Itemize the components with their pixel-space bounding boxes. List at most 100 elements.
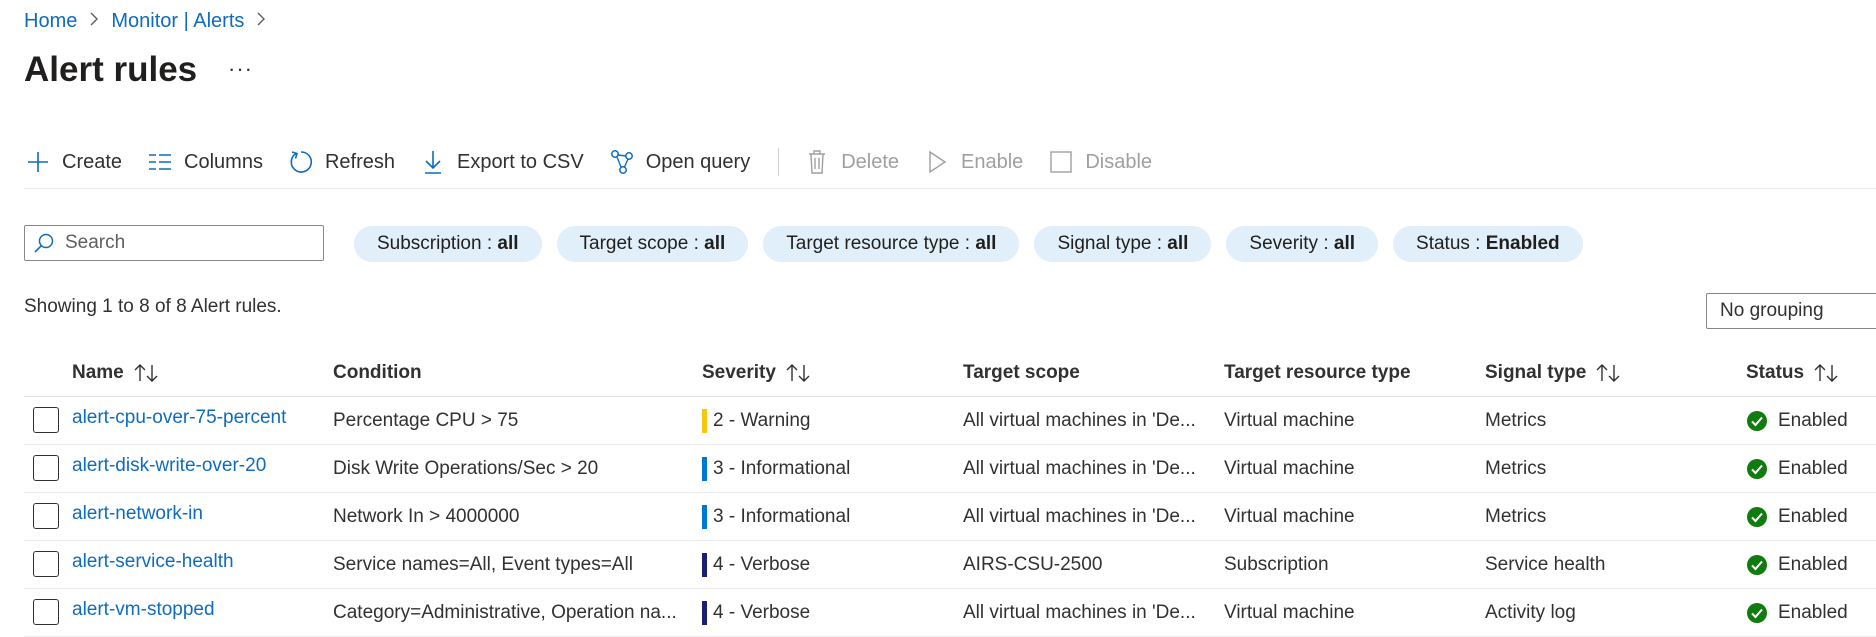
filter-pills: Subscription : all Target scope : all Ta…: [354, 226, 1598, 262]
severity-label: 3 - Informational: [713, 457, 851, 479]
filter-pill-value: Enabled: [1485, 233, 1560, 254]
column-header-condition[interactable]: Condition: [333, 350, 422, 396]
target-scope-cell: All virtual machines in 'De...: [963, 505, 1196, 527]
severity-indicator: [702, 456, 707, 481]
alert-rule-name-link[interactable]: alert-disk-write-over-20: [72, 455, 266, 477]
delete-button[interactable]: Delete: [803, 148, 899, 176]
filter-pill-severity[interactable]: Severity : all: [1226, 226, 1379, 262]
condition-cell: Disk Write Operations/Sec > 20: [333, 457, 599, 479]
severity-cell: 2 - Warning: [702, 397, 952, 444]
severity-indicator: [702, 600, 707, 625]
table-row[interactable]: alert-vm-stopped Category=Administrative…: [24, 589, 1876, 637]
filter-pill-subscription[interactable]: Subscription : all: [354, 226, 542, 262]
search-box: [24, 225, 324, 261]
create-button[interactable]: Create: [24, 148, 122, 176]
grouping-dropdown[interactable]: No grouping: [1706, 293, 1876, 329]
sort-icon[interactable]: [1814, 363, 1840, 383]
column-header-name[interactable]: Name: [72, 350, 160, 396]
row-checkbox[interactable]: [33, 599, 59, 625]
status-cell: Enabled: [1746, 589, 1876, 636]
severity-label: 2 - Warning: [713, 409, 811, 431]
filter-pill-label: Target resource type :: [786, 233, 976, 254]
chevron-right-icon: [256, 10, 266, 33]
column-header-target-scope[interactable]: Target scope: [963, 350, 1080, 396]
search-input[interactable]: [65, 232, 315, 254]
filter-pill-value: all: [975, 233, 997, 254]
status-label: Enabled: [1778, 505, 1848, 527]
grid-header: Name Condition Severity Target scope Tar…: [24, 350, 1876, 397]
severity-label: 4 - Verbose: [713, 601, 811, 623]
column-header-status[interactable]: Status: [1746, 350, 1840, 396]
condition-cell: Service names=All, Event types=All: [333, 553, 633, 575]
table-row[interactable]: alert-network-in Network In > 4000000 3 …: [24, 493, 1876, 541]
severity-cell: 3 - Informational: [702, 445, 952, 492]
column-header-label: Severity: [702, 362, 776, 383]
row-checkbox[interactable]: [33, 503, 59, 529]
status-cell: Enabled: [1746, 493, 1876, 540]
more-options-button[interactable]: ···: [228, 56, 253, 82]
alert-rule-name-link[interactable]: alert-network-in: [72, 503, 203, 525]
status-label: Enabled: [1778, 457, 1848, 479]
severity-label: 4 - Verbose: [713, 553, 811, 575]
trash-icon: [803, 148, 831, 176]
column-header-signal-type[interactable]: Signal type: [1485, 350, 1622, 396]
sort-icon[interactable]: [1596, 363, 1622, 383]
command-bar: Create Columns Refresh Export to CSV Ope…: [24, 142, 1176, 182]
row-checkbox[interactable]: [33, 455, 59, 481]
signal-type-cell: Metrics: [1485, 409, 1547, 431]
stop-icon: [1047, 148, 1075, 176]
filter-pill-label: Status :: [1416, 233, 1486, 254]
delete-button-label: Delete: [841, 150, 900, 173]
download-icon: [419, 148, 447, 176]
sort-icon[interactable]: [786, 363, 812, 383]
row-checkbox[interactable]: [33, 407, 59, 433]
column-header-severity[interactable]: Severity: [702, 350, 812, 396]
check-circle-icon: [1747, 458, 1767, 479]
grouping-selected-value: No grouping: [1720, 300, 1824, 321]
export-csv-button-label: Export to CSV: [456, 150, 584, 173]
table-row[interactable]: alert-service-health Service names=All, …: [24, 541, 1876, 589]
row-checkbox[interactable]: [33, 551, 59, 577]
filter-pill-target-scope[interactable]: Target scope : all: [556, 226, 749, 262]
filter-pill-signal-type[interactable]: Signal type : all: [1034, 226, 1212, 262]
sort-icon[interactable]: [134, 363, 160, 383]
breadcrumb-monitor-alerts-link[interactable]: Monitor | Alerts: [111, 10, 244, 33]
condition-cell: Category=Administrative, Operation na...: [333, 601, 677, 623]
signal-type-cell: Activity log: [1485, 601, 1576, 623]
check-circle-icon: [1747, 410, 1767, 431]
refresh-button[interactable]: Refresh: [287, 148, 395, 176]
alert-rule-name-link[interactable]: alert-vm-stopped: [72, 599, 215, 621]
alert-rule-name-link[interactable]: alert-cpu-over-75-percent: [72, 407, 286, 429]
severity-indicator: [702, 504, 707, 529]
export-csv-button[interactable]: Export to CSV: [419, 148, 584, 176]
breadcrumb-home-link[interactable]: Home: [24, 10, 77, 33]
signal-type-cell: Metrics: [1485, 505, 1547, 527]
disable-button[interactable]: Disable: [1047, 148, 1152, 176]
target-resource-type-cell: Virtual machine: [1224, 601, 1355, 623]
enable-button[interactable]: Enable: [923, 148, 1023, 176]
open-query-button[interactable]: Open query: [608, 148, 750, 176]
refresh-button-label: Refresh: [324, 150, 395, 173]
column-header-target-resource-type[interactable]: Target resource type: [1224, 350, 1411, 396]
page-title: Alert rules: [24, 50, 198, 89]
column-header-label: Name: [72, 362, 124, 383]
table-row[interactable]: alert-disk-write-over-20 Disk Write Oper…: [24, 445, 1876, 493]
target-scope-cell: AIRS-CSU-2500: [963, 553, 1103, 575]
toolbar-divider: [778, 148, 780, 176]
column-header-label: Condition: [333, 362, 422, 383]
play-icon: [923, 148, 951, 176]
filter-pill-target-resource-type[interactable]: Target resource type : all: [763, 226, 1020, 262]
alert-rule-name-link[interactable]: alert-service-health: [72, 551, 234, 573]
filter-pill-value: all: [1333, 233, 1356, 254]
results-summary: Showing 1 to 8 of 8 Alert rules.: [24, 296, 282, 317]
status-cell: Enabled: [1746, 397, 1876, 444]
target-resource-type-cell: Subscription: [1224, 553, 1329, 575]
column-header-label: Signal type: [1485, 362, 1587, 383]
search-icon: [33, 232, 59, 254]
filter-pill-status[interactable]: Status : Enabled: [1393, 226, 1583, 262]
column-header-label: Target scope: [963, 362, 1080, 383]
columns-button[interactable]: Columns: [146, 148, 263, 176]
condition-cell: Percentage CPU > 75: [333, 409, 519, 431]
severity-indicator: [702, 408, 707, 433]
table-row[interactable]: alert-cpu-over-75-percent Percentage CPU…: [24, 397, 1876, 445]
